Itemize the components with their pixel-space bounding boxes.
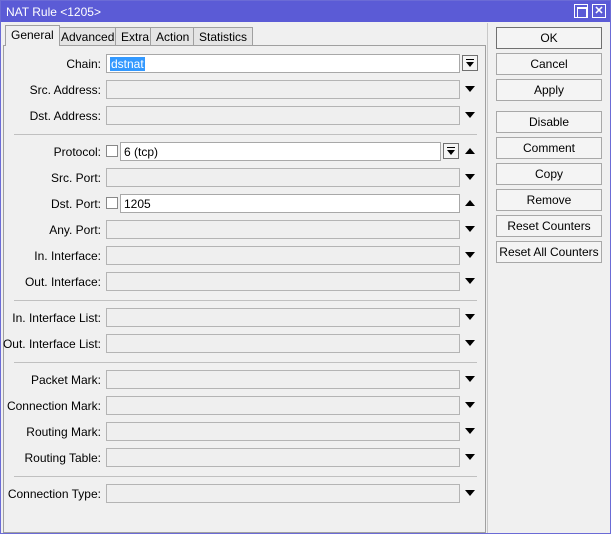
tab-general[interactable]: General xyxy=(5,25,60,46)
dst-address-field[interactable] xyxy=(106,106,460,125)
routing-mark-field[interactable] xyxy=(106,422,460,441)
divider xyxy=(14,300,477,301)
dst-port-row: Dst. Port: 1205 xyxy=(4,194,487,214)
chain-row: Chain: dstnat xyxy=(4,54,487,74)
reset-counters-button[interactable]: Reset Counters xyxy=(496,215,602,237)
tab-action[interactable]: Action xyxy=(150,27,196,46)
src-address-field[interactable] xyxy=(106,80,460,99)
divider xyxy=(14,362,477,363)
chain-label: Chain: xyxy=(66,57,101,71)
connection-type-row: Connection Type: xyxy=(4,484,487,504)
connection-type-label: Connection Type: xyxy=(7,487,101,501)
packet-mark-row: Packet Mark: xyxy=(4,370,487,390)
src-port-row: Src. Port: xyxy=(4,168,487,188)
src-port-expand-icon[interactable] xyxy=(465,174,475,180)
dst-port-label: Dst. Port: xyxy=(50,197,101,211)
src-address-label: Src. Address: xyxy=(29,83,101,97)
dst-port-collapse-icon[interactable] xyxy=(465,200,475,206)
connection-mark-expand-icon[interactable] xyxy=(465,402,475,408)
protocol-not-checkbox[interactable] xyxy=(106,145,118,157)
connection-mark-field[interactable] xyxy=(106,396,460,415)
out-interface-list-row: Out. Interface List: xyxy=(2,334,487,354)
ok-button[interactable]: OK xyxy=(496,27,602,49)
protocol-collapse-icon[interactable] xyxy=(465,148,475,154)
routing-table-field[interactable] xyxy=(106,448,460,467)
connection-type-field[interactable] xyxy=(106,484,460,503)
in-interface-list-row: In. Interface List: xyxy=(4,308,487,328)
chain-dropdown-icon[interactable] xyxy=(462,55,478,71)
cancel-button[interactable]: Cancel xyxy=(496,53,602,75)
comment-button[interactable]: Comment xyxy=(496,137,602,159)
protocol-value: 6 (tcp) xyxy=(124,145,159,159)
restore-icon[interactable] xyxy=(574,4,588,18)
in-interface-list-expand-icon[interactable] xyxy=(465,314,475,320)
nat-rule-window: NAT Rule <1205> ✕ General Advanced Extra… xyxy=(0,0,611,534)
divider xyxy=(14,134,477,135)
routing-table-label: Routing Table: xyxy=(24,451,102,465)
dst-port-not-checkbox[interactable] xyxy=(106,197,118,209)
disable-button[interactable]: Disable xyxy=(496,111,602,133)
out-interface-list-field[interactable] xyxy=(106,334,460,353)
divider xyxy=(14,476,477,477)
src-address-row: Src. Address: xyxy=(4,80,487,100)
any-port-label: Any. Port: xyxy=(49,223,101,237)
routing-table-row: Routing Table: xyxy=(4,448,487,468)
dst-address-expand-icon[interactable] xyxy=(465,112,475,118)
sidebar-divider xyxy=(487,23,488,533)
window-title: NAT Rule <1205> xyxy=(6,5,101,19)
packet-mark-field[interactable] xyxy=(106,370,460,389)
in-interface-label: In. Interface: xyxy=(34,249,101,263)
chain-field[interactable]: dstnat xyxy=(106,54,460,73)
protocol-field[interactable]: 6 (tcp) xyxy=(120,142,441,161)
dst-port-value: 1205 xyxy=(124,197,151,211)
out-interface-label: Out. Interface: xyxy=(24,275,101,289)
any-port-field[interactable] xyxy=(106,220,460,239)
dst-port-field[interactable]: 1205 xyxy=(120,194,460,213)
tab-extra[interactable]: Extra xyxy=(115,27,156,46)
dst-address-label: Dst. Address: xyxy=(29,109,101,123)
out-interface-list-label: Out. Interface List: xyxy=(2,337,101,351)
general-panel: Chain: dstnat Src. Address: Dst. Address… xyxy=(3,45,486,533)
src-address-expand-icon[interactable] xyxy=(465,86,475,92)
in-interface-list-label: In. Interface List: xyxy=(12,311,101,325)
remove-button[interactable]: Remove xyxy=(496,189,602,211)
in-interface-field[interactable] xyxy=(106,246,460,265)
packet-mark-label: Packet Mark: xyxy=(30,373,101,387)
protocol-row: Protocol: 6 (tcp) xyxy=(4,142,487,162)
packet-mark-expand-icon[interactable] xyxy=(465,376,475,382)
out-interface-field[interactable] xyxy=(106,272,460,291)
title-bar[interactable]: NAT Rule <1205> ✕ xyxy=(1,1,610,22)
routing-mark-expand-icon[interactable] xyxy=(465,428,475,434)
apply-button[interactable]: Apply xyxy=(496,79,602,101)
src-port-label: Src. Port: xyxy=(50,171,101,185)
out-interface-list-expand-icon[interactable] xyxy=(465,340,475,346)
src-port-field[interactable] xyxy=(106,168,460,187)
in-interface-row: In. Interface: xyxy=(4,246,487,266)
any-port-row: Any. Port: xyxy=(4,220,487,240)
close-icon[interactable]: ✕ xyxy=(592,4,606,18)
connection-mark-row: Connection Mark: xyxy=(4,396,487,416)
connection-mark-label: Connection Mark: xyxy=(6,399,101,413)
copy-button[interactable]: Copy xyxy=(496,163,602,185)
chain-value: dstnat xyxy=(110,57,145,71)
dst-address-row: Dst. Address: xyxy=(4,106,487,126)
routing-table-expand-icon[interactable] xyxy=(465,454,475,460)
any-port-expand-icon[interactable] xyxy=(465,226,475,232)
routing-mark-row: Routing Mark: xyxy=(4,422,487,442)
routing-mark-label: Routing Mark: xyxy=(26,425,101,439)
in-interface-list-field[interactable] xyxy=(106,308,460,327)
out-interface-row: Out. Interface: xyxy=(4,272,487,292)
out-interface-expand-icon[interactable] xyxy=(465,278,475,284)
protocol-dropdown-icon[interactable] xyxy=(443,143,459,159)
in-interface-expand-icon[interactable] xyxy=(465,252,475,258)
connection-type-expand-icon[interactable] xyxy=(465,490,475,496)
tab-statistics[interactable]: Statistics xyxy=(193,27,254,46)
protocol-label: Protocol: xyxy=(53,145,101,159)
tab-advanced[interactable]: Advanced xyxy=(55,27,121,46)
reset-all-counters-button[interactable]: Reset All Counters xyxy=(496,241,602,263)
